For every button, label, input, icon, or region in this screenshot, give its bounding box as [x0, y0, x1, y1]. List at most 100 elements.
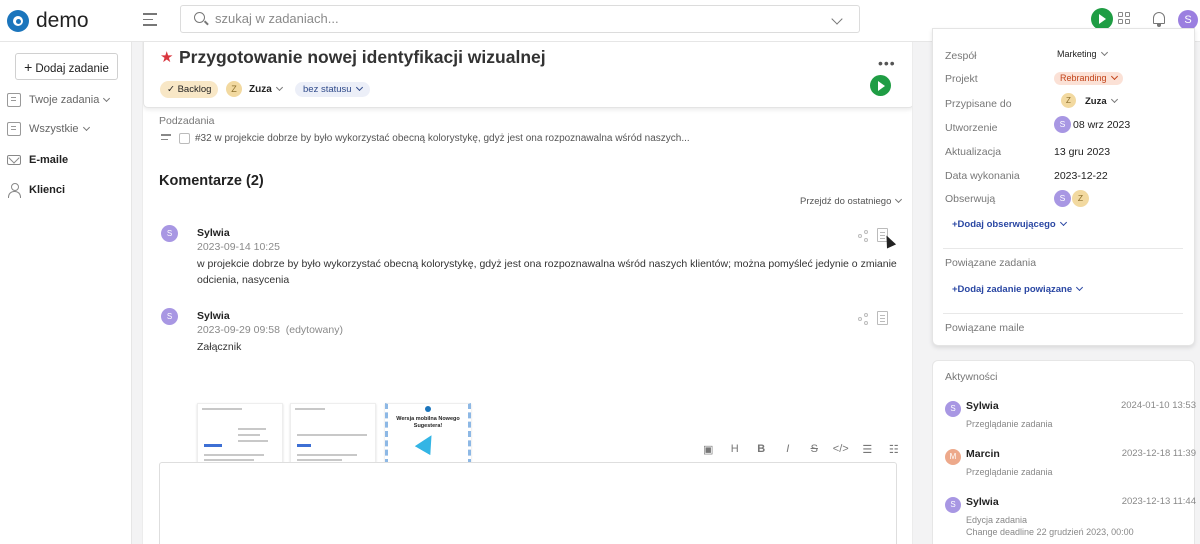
user-avatar[interactable]: S — [1178, 10, 1198, 30]
due-label: Data wykonania — [945, 170, 1020, 182]
party-popper-icon — [415, 431, 440, 456]
updated-value: 13 gru 2023 — [1054, 146, 1111, 158]
activity-user: Sylwia — [966, 496, 999, 508]
task-header: ★ Przygotowanie nowej identyfikacji wizu… — [143, 42, 912, 108]
comment-date: 2023-09-14 10:25 — [197, 241, 280, 253]
status-dropdown[interactable]: bez statusu — [295, 82, 370, 97]
assigned-value: Zuza — [1085, 96, 1107, 107]
chevron-down-icon — [1076, 283, 1084, 292]
strikethrough-icon[interactable]: S — [801, 443, 828, 456]
sidebar-item-clients[interactable]: Klienci — [7, 183, 66, 198]
apps-grid-icon[interactable] — [1118, 12, 1130, 24]
chevron-down-icon — [1110, 95, 1118, 104]
sidebar-item-label: Wszystkie — [29, 123, 79, 135]
activity-desc-line: Edycja zadania — [966, 515, 1028, 525]
add-related-task-button[interactable]: +Dodaj zadanie powiązane — [952, 283, 1084, 295]
user-icon — [7, 183, 21, 198]
sidebar-item-label: Klienci — [29, 184, 66, 196]
add-watcher-label: +Dodaj obserwującego — [952, 219, 1056, 230]
attachment-thumbnail[interactable] — [197, 403, 283, 465]
comment-date-value: 2023-09-29 09:58 — [197, 324, 280, 336]
updated-label: Aktualizacja — [945, 146, 1002, 158]
sidebar-item-emails[interactable]: E-maile — [7, 154, 68, 166]
task-detail-panel: ★ Przygotowanie nowej identyfikacji wizu… — [142, 42, 913, 544]
chevron-down-icon — [355, 83, 363, 92]
heading-icon[interactable]: H — [722, 443, 749, 456]
avatar: S — [161, 225, 178, 242]
divider — [943, 248, 1183, 249]
project-value: Rebranding — [1060, 73, 1107, 83]
avatar: S — [945, 401, 961, 417]
add-task-button[interactable]: + Dodaj zadanie — [15, 53, 118, 80]
created-label: Utworzenie — [945, 122, 998, 134]
task-title[interactable]: Przygotowanie nowej identyfikacji wizual… — [179, 47, 546, 68]
start-timer-button[interactable] — [1091, 8, 1113, 30]
comment-editor[interactable] — [159, 462, 897, 544]
bold-icon[interactable]: B — [748, 443, 775, 456]
app-logo-icon[interactable] — [7, 10, 29, 32]
subtask-row[interactable]: #32 w projekcie dobrze by było wykorzyst… — [161, 133, 690, 144]
copy-icon[interactable] — [877, 311, 888, 325]
chevron-down-icon — [275, 83, 283, 92]
start-task-button[interactable] — [870, 75, 891, 96]
activity-user: Marcin — [966, 448, 1000, 460]
editor-toolbar: ▣ H B I S </> ☰ ☷ — [695, 443, 907, 456]
notifications-bell-icon[interactable] — [1153, 12, 1165, 27]
assignee-dropdown[interactable]: Zuza — [249, 83, 283, 95]
app-name[interactable]: demo — [36, 9, 89, 33]
avatar: S — [1054, 190, 1071, 207]
chevron-down-icon — [82, 123, 90, 131]
comment-author: Sylwia — [197, 227, 230, 239]
search-bar[interactable] — [180, 5, 860, 33]
team-label: Zespół — [945, 50, 977, 62]
share-icon[interactable] — [858, 230, 869, 242]
star-icon[interactable]: ★ — [160, 48, 173, 66]
attachment-thumbnail[interactable] — [290, 403, 376, 465]
sidebar-item-all[interactable]: Wszystkie — [7, 122, 90, 136]
more-options-icon[interactable]: ••• — [878, 55, 896, 71]
image-icon[interactable]: ▣ — [695, 443, 722, 456]
related-emails-label: Powiązane maile — [945, 322, 1025, 334]
activity-panel: Aktywności S Sylwia 2024-01-10 13:53 Prz… — [932, 360, 1196, 544]
menu-toggle-icon[interactable] — [143, 13, 157, 30]
attachment-thumbnail[interactable]: Wersja mobilna Nowego Sugestera! — [385, 403, 471, 465]
add-related-label: +Dodaj zadanie powiązane — [952, 284, 1073, 295]
attachment-caption: Wersja mobilna Nowego Sugestera! — [396, 416, 460, 429]
project-dropdown[interactable]: Rebranding — [1054, 72, 1123, 85]
sidebar-item-your-tasks[interactable]: Twoje zadania — [7, 93, 111, 107]
bullet-list-icon[interactable]: ☰ — [854, 443, 881, 456]
subtask-checkbox[interactable] — [179, 133, 190, 144]
comment-author: Sylwia — [197, 310, 230, 322]
numbered-list-icon[interactable]: ☷ — [881, 443, 908, 456]
jump-to-last-button[interactable]: Przejdź do ostatniego — [800, 195, 903, 207]
assigned-dropdown[interactable]: Zuza — [1085, 95, 1118, 107]
activity-desc: Przeglądanie zadania — [966, 467, 1053, 477]
avatar: Z — [1072, 190, 1089, 207]
subtask-text[interactable]: #32 w projekcie dobrze by było wykorzyst… — [195, 133, 690, 144]
document-icon — [7, 122, 21, 136]
chevron-down-icon[interactable] — [831, 13, 843, 25]
activity-date: 2023-12-13 11:44 — [1121, 496, 1196, 507]
assignee-name: Zuza — [249, 84, 272, 95]
related-tasks-label: Powiązane zadania — [945, 257, 1037, 269]
chevron-down-icon — [103, 94, 111, 102]
document-icon — [7, 93, 21, 107]
share-icon[interactable] — [858, 313, 869, 325]
backlog-tag[interactable]: ✓ Backlog — [160, 81, 219, 98]
status-label: bez statusu — [303, 84, 352, 95]
add-watcher-button[interactable]: +Dodaj obserwującego — [952, 218, 1067, 230]
italic-icon[interactable]: I — [775, 443, 802, 456]
search-input[interactable] — [215, 11, 815, 26]
code-icon[interactable]: </> — [828, 443, 855, 456]
team-dropdown[interactable]: Marketing — [1057, 48, 1108, 59]
comment-text: w projekcie dobrze by było wykorzystać o… — [197, 258, 897, 286]
activity-desc: Edycja zadania Change deadline 22 grudzie… — [966, 514, 1134, 538]
mouse-cursor-icon — [881, 233, 897, 249]
sidebar: + Dodaj zadanie Twoje zadania Wszystkie E… — [0, 42, 132, 544]
due-value[interactable]: 2023-12-22 — [1054, 170, 1108, 182]
assigned-label: Przypisane do — [945, 98, 1012, 110]
drag-handle-icon[interactable] — [161, 134, 171, 142]
chevron-down-icon — [895, 195, 903, 204]
comments-title: Komentarze (2) — [159, 173, 264, 189]
activity-title: Aktywności — [945, 371, 998, 383]
